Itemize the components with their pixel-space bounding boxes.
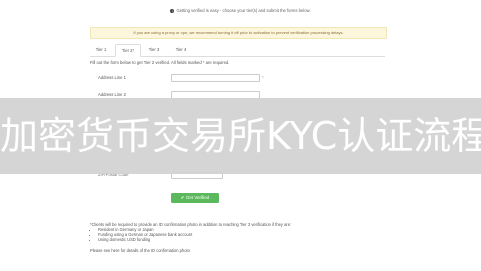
info-icon: i bbox=[170, 8, 175, 13]
vpn-warning-alert: If you are using a proxy or vpn, we reco… bbox=[90, 27, 387, 39]
list-item: Using domestic USD funding bbox=[98, 237, 192, 242]
tier-tabs: Tier 1 Tier 2* Tier 3 Tier 4 bbox=[90, 44, 385, 57]
address-line-2-label: Address Line 2 bbox=[98, 92, 126, 97]
required-marker: * bbox=[262, 75, 264, 80]
tab-tier-3[interactable]: Tier 3 bbox=[142, 44, 166, 55]
tab-tier-1[interactable]: Tier 1 bbox=[90, 44, 112, 55]
id-confirmation-footer[interactable]: Please see here for details of the ID co… bbox=[90, 248, 190, 253]
intro-text-row: i Getting verified is easy - choose your … bbox=[0, 8, 481, 13]
get-verified-label: Get Verified bbox=[185, 195, 210, 200]
tab-tier-4[interactable]: Tier 4 bbox=[169, 44, 193, 55]
banner-title: 加密货币交易所KYC认证流程 bbox=[0, 114, 481, 158]
form-instructions: Fill out the form below to get Tier 2 ve… bbox=[90, 60, 230, 65]
intro-text: Getting verified is easy - choose your t… bbox=[176, 8, 311, 13]
address-line-1-input[interactable] bbox=[171, 74, 260, 82]
tab-tier-2[interactable]: Tier 2* bbox=[115, 44, 141, 57]
address-line-1-label: Address Line 1 bbox=[98, 75, 126, 80]
get-verified-button[interactable]: ✔ Get Verified bbox=[171, 193, 219, 203]
id-confirmation-list: Resident in Germany or Japan Funding usi… bbox=[90, 227, 192, 242]
check-icon: ✔ bbox=[180, 195, 185, 200]
